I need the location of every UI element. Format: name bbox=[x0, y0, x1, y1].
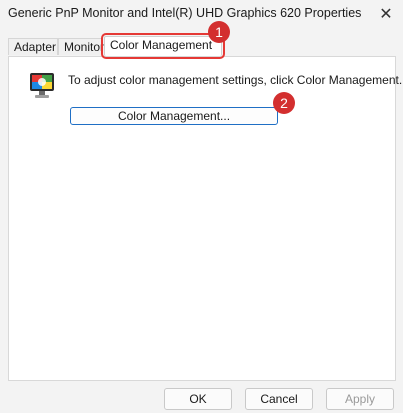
close-icon: ✕ bbox=[379, 6, 393, 23]
instruction-text: To adjust color management settings, cli… bbox=[68, 73, 403, 87]
tab-adapter[interactable]: Adapter bbox=[8, 38, 58, 55]
tab-color-management[interactable]: Color Management bbox=[101, 33, 225, 59]
title-bar: Generic PnP Monitor and Intel(R) UHD Gra… bbox=[0, 0, 403, 28]
tab-strip: Adapter Monitor Color Management bbox=[8, 33, 398, 59]
apply-button[interactable]: Apply bbox=[326, 388, 394, 410]
ok-button[interactable]: OK bbox=[164, 388, 232, 410]
tab-monitor[interactable]: Monitor bbox=[58, 38, 104, 55]
annotation-badge-2: 2 bbox=[273, 92, 295, 114]
color-management-button[interactable]: Color Management... bbox=[70, 107, 278, 125]
window-title: Generic PnP Monitor and Intel(R) UHD Gra… bbox=[8, 6, 362, 20]
cancel-button[interactable]: Cancel bbox=[245, 388, 313, 410]
close-button[interactable]: ✕ bbox=[370, 1, 402, 27]
tab-panel: To adjust color management settings, cli… bbox=[8, 56, 402, 381]
annotation-badge-1: 1 bbox=[208, 21, 230, 43]
color-monitor-icon bbox=[30, 73, 54, 98]
